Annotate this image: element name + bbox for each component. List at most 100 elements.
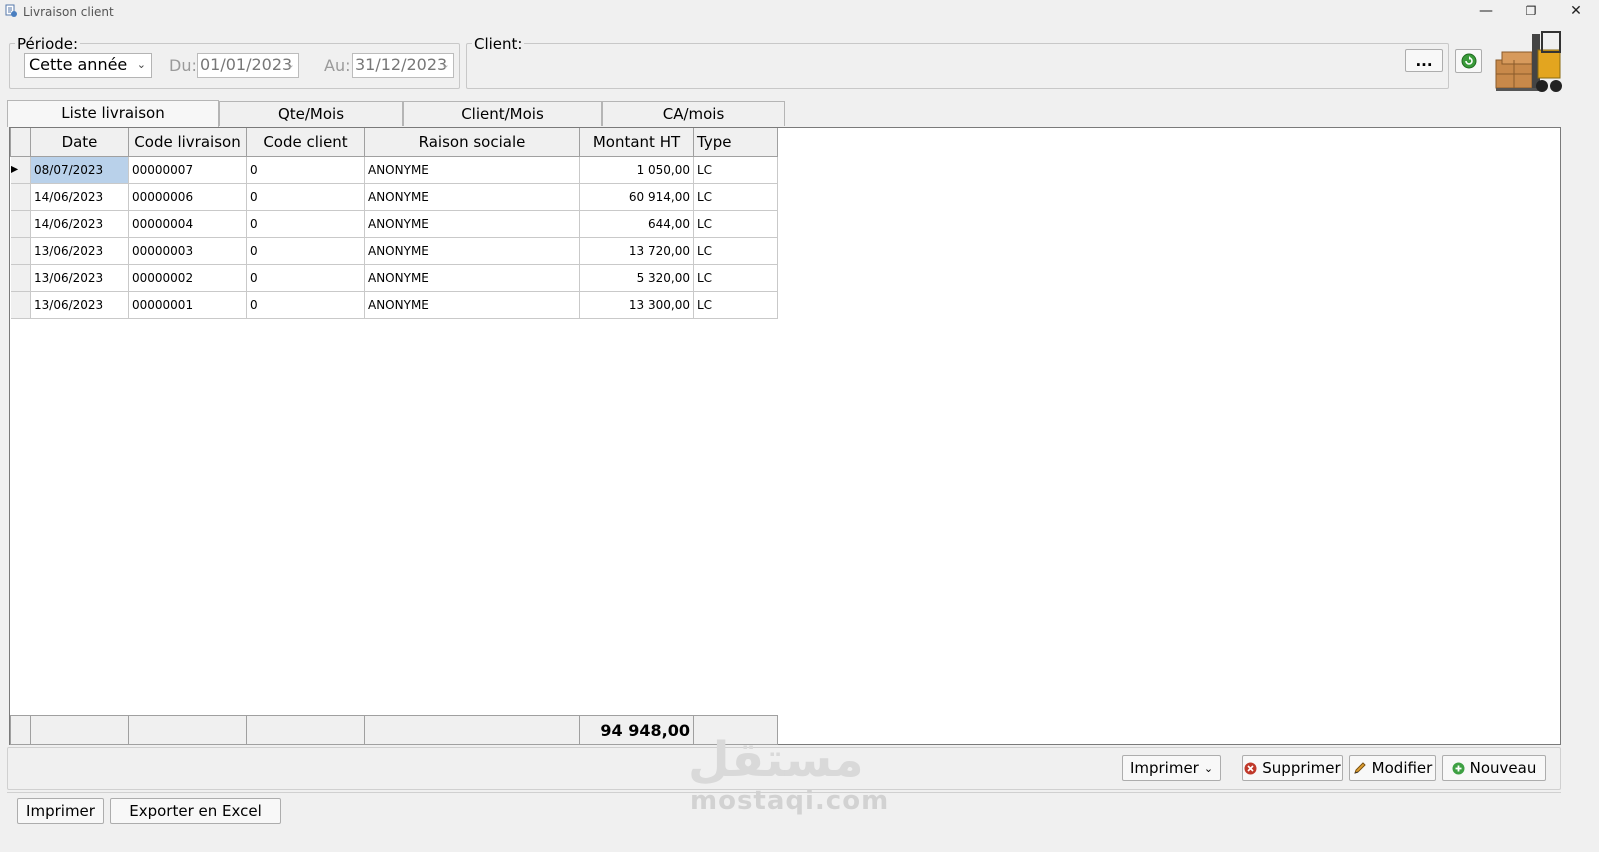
imprimer-menu-label: Imprimer <box>1129 759 1199 777</box>
cell-code-client[interactable]: 0 <box>246 209 365 238</box>
cell-code-client[interactable]: 0 <box>246 263 365 292</box>
cell-code-livraison[interactable]: 00000001 <box>128 290 247 319</box>
cell-raison-sociale[interactable]: ANONYME <box>364 236 580 265</box>
row-indicator-header <box>10 128 31 157</box>
cell-code-client[interactable]: 0 <box>246 182 365 211</box>
exporter-excel-button[interactable]: Exporter en Excel <box>110 798 281 824</box>
cell-date[interactable]: 08/07/2023 <box>30 155 129 184</box>
minimize-button[interactable]: — <box>1463 0 1509 22</box>
footer-cell <box>30 715 129 745</box>
modifier-label: Modifier <box>1371 759 1433 777</box>
cell-type[interactable]: LC <box>693 209 778 238</box>
du-date-picker[interactable]: 01/01/2023 ⌄ <box>197 53 299 78</box>
cell-code-livraison[interactable]: 00000003 <box>128 236 247 265</box>
row-indicator[interactable] <box>10 182 31 211</box>
restore-button[interactable]: ❐ <box>1508 0 1554 22</box>
column-header-code-livraison[interactable]: Code livraison <box>128 128 247 157</box>
cell-code-livraison[interactable]: 00000006 <box>128 182 247 211</box>
supprimer-label: Supprimer <box>1262 759 1341 777</box>
du-label: Du: <box>169 56 197 75</box>
cell-raison-sociale[interactable]: ANONYME <box>364 209 580 238</box>
row-indicator[interactable] <box>10 263 31 292</box>
cell-code-client[interactable]: 0 <box>246 290 365 319</box>
browse-client-button[interactable]: ... <box>1405 49 1443 72</box>
supprimer-button[interactable]: Supprimer <box>1242 755 1343 781</box>
periode-select[interactable]: Cette année ⌄ <box>24 53 152 78</box>
forklift-boxes-icon <box>1495 31 1562 92</box>
client-group <box>466 43 1449 89</box>
cell-type[interactable]: LC <box>693 263 778 292</box>
cell-type[interactable]: LC <box>693 236 778 265</box>
au-label: Au: <box>324 56 351 75</box>
tab-liste-livraison[interactable]: Liste livraison <box>7 100 219 127</box>
cell-date[interactable]: 13/06/2023 <box>30 263 129 292</box>
footer-cell <box>364 715 580 745</box>
title-bar <box>0 0 1599 24</box>
cell-raison-sociale[interactable]: ANONYME <box>364 155 580 184</box>
nouveau-label: Nouveau <box>1469 759 1537 777</box>
column-header-date[interactable]: Date <box>30 128 129 157</box>
column-header-type[interactable]: Type <box>693 128 778 157</box>
column-header-raison-sociale[interactable]: Raison sociale <box>364 128 580 157</box>
livraison-table: Date Code livraison Code client Raison s… <box>10 128 778 319</box>
cell-montant-ht[interactable]: 60 914,00 <box>579 182 694 211</box>
cell-code-livraison[interactable]: 00000007 <box>128 155 247 184</box>
row-indicator[interactable] <box>10 236 31 265</box>
cell-date[interactable]: 13/06/2023 <box>30 236 129 265</box>
livraison-grid[interactable]: Date Code livraison Code client Raison s… <box>9 127 1561 745</box>
table-row[interactable]: 13/06/2023 00000003 0 ANONYME 13 720,00 … <box>10 236 778 265</box>
tab-client-mois[interactable]: Client/Mois <box>403 101 602 126</box>
table-row[interactable]: 13/06/2023 00000001 0 ANONYME 13 300,00 … <box>10 290 778 319</box>
row-indicator[interactable] <box>10 209 31 238</box>
totals-row: 94 948,00 <box>10 715 778 745</box>
cell-montant-ht[interactable]: 13 720,00 <box>579 236 694 265</box>
chevron-down-icon: ⌄ <box>1203 761 1214 775</box>
imprimer-button[interactable]: Imprimer <box>17 798 104 824</box>
table-header-row: Date Code livraison Code client Raison s… <box>10 128 778 157</box>
table-row[interactable]: 13/06/2023 00000002 0 ANONYME 5 320,00 L… <box>10 263 778 292</box>
refresh-button[interactable] <box>1455 49 1482 73</box>
app-icon <box>5 4 17 17</box>
watermark-arabic: مستقل <box>688 732 864 788</box>
row-indicator[interactable] <box>10 290 31 319</box>
column-header-montant-ht[interactable]: Montant HT <box>579 128 694 157</box>
tab-ca-mois[interactable]: CA/mois <box>602 101 785 126</box>
client-label: Client: <box>472 35 525 53</box>
au-date-value: 31/12/2023 <box>355 55 448 74</box>
refresh-icon <box>1461 53 1476 69</box>
cell-montant-ht[interactable]: 1 050,00 <box>579 155 694 184</box>
tab-qte-mois[interactable]: Qte/Mois <box>219 101 403 126</box>
table-row[interactable]: 14/06/2023 00000006 0 ANONYME 60 914,00 … <box>10 182 778 211</box>
cell-raison-sociale[interactable]: ANONYME <box>364 182 580 211</box>
imprimer-menu-button[interactable]: Imprimer ⌄ <box>1122 755 1221 781</box>
cell-raison-sociale[interactable]: ANONYME <box>364 290 580 319</box>
cell-montant-ht[interactable]: 5 320,00 <box>579 263 694 292</box>
cell-type[interactable]: LC <box>693 182 778 211</box>
cell-date[interactable]: 13/06/2023 <box>30 290 129 319</box>
footer-cell <box>10 715 31 745</box>
close-button[interactable]: ✕ <box>1553 0 1599 22</box>
cell-montant-ht[interactable]: 13 300,00 <box>579 290 694 319</box>
nouveau-button[interactable]: Nouveau <box>1442 755 1546 781</box>
table-row[interactable]: ▶ 08/07/2023 00000007 0 ANONYME 1 050,00… <box>10 155 778 184</box>
table-row[interactable]: 14/06/2023 00000004 0 ANONYME 644,00 LC <box>10 209 778 238</box>
cell-raison-sociale[interactable]: ANONYME <box>364 263 580 292</box>
cell-date[interactable]: 14/06/2023 <box>30 209 129 238</box>
footer-cell <box>246 715 365 745</box>
periode-select-value: Cette année <box>29 55 128 74</box>
cell-type[interactable]: LC <box>693 290 778 319</box>
pencil-icon <box>1353 762 1366 774</box>
cell-type[interactable]: LC <box>693 155 778 184</box>
cell-code-client[interactable]: 0 <box>246 236 365 265</box>
cell-montant-ht[interactable]: 644,00 <box>579 209 694 238</box>
modifier-button[interactable]: Modifier <box>1349 755 1436 781</box>
delete-icon <box>1244 762 1257 774</box>
chevron-down-icon: ⌄ <box>285 58 295 71</box>
column-header-code-client[interactable]: Code client <box>246 128 365 157</box>
cell-code-livraison[interactable]: 00000004 <box>128 209 247 238</box>
du-date-value: 01/01/2023 <box>200 55 293 74</box>
cell-code-livraison[interactable]: 00000002 <box>128 263 247 292</box>
cell-code-client[interactable]: 0 <box>246 155 365 184</box>
au-date-picker[interactable]: 31/12/2023 ⌄ <box>352 53 454 78</box>
cell-date[interactable]: 14/06/2023 <box>30 182 129 211</box>
